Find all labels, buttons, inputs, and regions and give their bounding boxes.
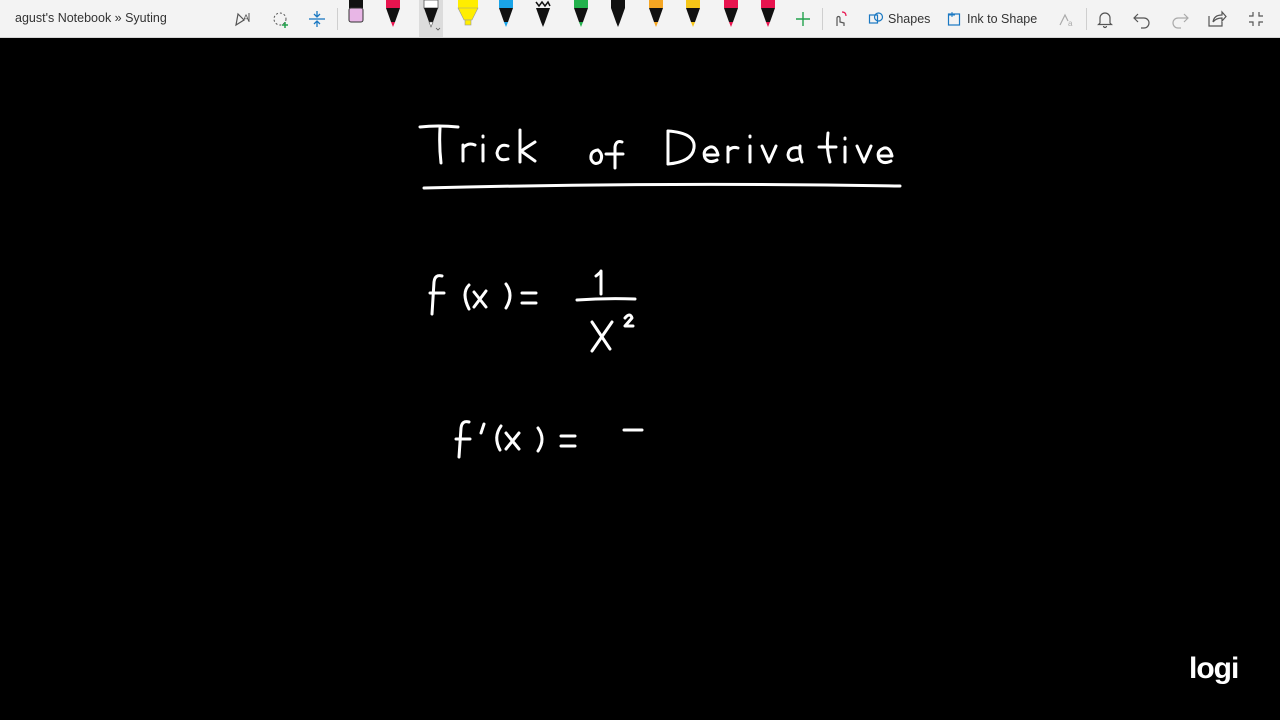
lasso-select-icon[interactable]: A: [232, 8, 254, 30]
pen-magenta-icon[interactable]: [719, 0, 743, 32]
highlighter-yellow-icon[interactable]: [456, 0, 480, 32]
ink-canvas[interactable]: logi: [0, 38, 1280, 720]
svg-text:a: a: [1068, 19, 1073, 28]
breadcrumb[interactable]: agust's Notebook » Syuting: [15, 11, 167, 25]
redo-icon[interactable]: [1169, 8, 1191, 30]
ink-to-shape-button[interactable]: Ink to Shape: [947, 9, 1037, 29]
pen-green-icon[interactable]: [569, 0, 593, 32]
undo-icon[interactable]: [1131, 8, 1153, 30]
insert-space-icon[interactable]: [306, 8, 328, 30]
shapes-icon: [868, 12, 884, 24]
share-icon[interactable]: [1206, 8, 1228, 30]
pen-black-galaxy-icon[interactable]: [531, 0, 555, 32]
ink-to-text-icon[interactable]: a: [1056, 8, 1078, 30]
ink-title: [418, 124, 902, 190]
pen-yellow-icon[interactable]: [681, 0, 705, 32]
add-pen-icon[interactable]: [792, 8, 814, 30]
svg-text:A: A: [243, 13, 249, 23]
bell-icon[interactable]: [1094, 8, 1116, 30]
pen-white-selected-icon[interactable]: [419, 0, 443, 37]
exit-full-screen-icon[interactable]: [1245, 8, 1267, 30]
shapes-button[interactable]: Shapes: [868, 9, 930, 29]
toolbar: agust's Notebook » Syuting A Shapes Ink …: [0, 0, 1280, 38]
ink-to-shape-label: Ink to Shape: [967, 12, 1038, 26]
handwritten-ink: [418, 124, 902, 459]
shapes-label: Shapes: [888, 12, 931, 26]
ink-to-shape-icon: [947, 12, 961, 26]
pen-black-icon[interactable]: [606, 0, 630, 32]
pen-crimson-icon[interactable]: [756, 0, 780, 32]
ink-derivative-line: [454, 420, 644, 459]
pen-orange-icon[interactable]: [644, 0, 668, 32]
logi-watermark: logi: [1189, 652, 1239, 685]
lasso-add-icon[interactable]: [270, 8, 292, 30]
pen-pink-icon[interactable]: [344, 0, 368, 32]
touch-draw-icon[interactable]: [829, 8, 851, 30]
ink-function-definition: [428, 269, 637, 353]
pen-blue-icon[interactable]: [494, 0, 518, 32]
pen-red-icon[interactable]: [381, 0, 405, 32]
